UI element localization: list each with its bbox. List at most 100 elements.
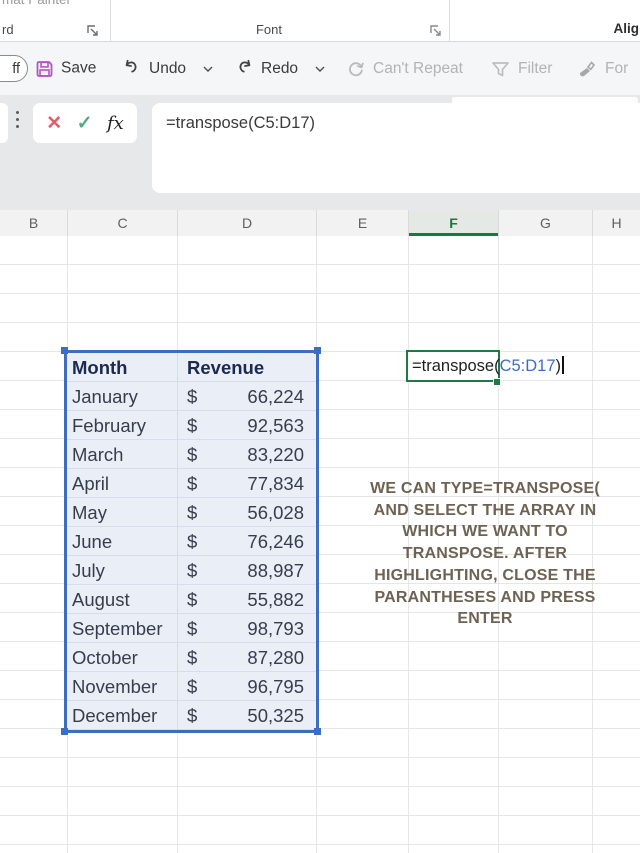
currency-symbol: $ [187, 498, 197, 527]
paintbrush-icon [577, 59, 598, 79]
month-cell[interactable]: April [72, 469, 109, 498]
revenue-cell[interactable]: 66,224 [247, 382, 304, 411]
column-header-B[interactable]: B [0, 210, 67, 236]
column-header-H[interactable]: H [592, 210, 640, 236]
save-button[interactable]: Save [35, 59, 96, 78]
formula-bar-text: =transpose(C5:D17) [152, 103, 640, 133]
formula-suffix: ) [556, 357, 562, 375]
revenue-cell[interactable]: 98,793 [247, 614, 304, 643]
redo-icon [234, 59, 254, 79]
redo-label: Redo [261, 60, 298, 78]
annotation-line: WE CAN TYPE=TRANSPOSE( [330, 478, 640, 500]
group-divider [449, 0, 450, 41]
formula-bar-drag-handle-icon[interactable] [16, 111, 19, 128]
cancel-icon[interactable]: ✕ [46, 112, 62, 135]
formula-range-ref: C5:D17 [500, 357, 556, 375]
table-row[interactable]: May $56,028 [67, 498, 316, 527]
excel-window: mat Painter rd Font Alig ff Save [0, 0, 640, 853]
month-cell[interactable]: September [72, 614, 163, 643]
month-cell[interactable]: July [72, 556, 105, 585]
revenue-cell[interactable]: 77,834 [247, 469, 304, 498]
table-row[interactable]: October$87,280 [67, 643, 316, 672]
annotation-line: TRANSPOSE. AFTER [330, 543, 640, 565]
format-painter-label-partial: mat Painter [2, 0, 71, 7]
text-cursor [562, 356, 564, 374]
table-row[interactable]: November $96,795 [67, 672, 316, 701]
table-row[interactable]: February $92,563 [67, 411, 316, 440]
annotation-line: ENTER [330, 608, 640, 630]
filter-icon [490, 59, 511, 79]
formula-bar-controls: ✕ ✓ fx [33, 103, 137, 143]
currency-symbol: $ [187, 411, 197, 440]
undo-icon [122, 59, 142, 79]
format-painter-button: For [577, 59, 628, 79]
range-handle-bottom-left[interactable] [61, 728, 68, 735]
table-row[interactable]: June$76,246 [67, 527, 316, 556]
table-row[interactable]: March $83,220 [67, 440, 316, 469]
revenue-cell[interactable]: 88,987 [247, 556, 304, 585]
month-cell[interactable]: August [72, 585, 130, 614]
table-row[interactable]: August$55,882 [67, 585, 316, 614]
column-header-F-active[interactable]: F [408, 210, 498, 236]
selected-range-C5-D17[interactable]: Month Revenue January $66,224 February $92,… [64, 350, 319, 733]
format-label-partial: For [605, 60, 628, 78]
currency-symbol: $ [187, 701, 197, 730]
undo-button[interactable]: Undo [122, 59, 213, 79]
month-cell[interactable]: November [72, 672, 157, 701]
currency-symbol: $ [187, 556, 197, 585]
month-cell[interactable]: January [72, 382, 138, 411]
revenue-cell[interactable]: 56,028 [247, 498, 304, 527]
confirm-icon[interactable]: ✓ [77, 112, 93, 135]
table-row[interactable]: April $77,834 [67, 469, 316, 498]
redo-dropdown-icon[interactable] [315, 66, 325, 72]
revenue-cell[interactable]: 50,325 [247, 701, 304, 730]
range-handle-top-right[interactable] [314, 347, 321, 354]
cant-repeat-label: Can't Repeat [373, 60, 463, 78]
clipboard-dialog-launcher-icon[interactable] [86, 24, 99, 37]
table-row[interactable]: September $98,793 [67, 614, 316, 643]
save-icon [35, 59, 54, 78]
autosave-label-partial: ff [12, 61, 20, 77]
revenue-cell[interactable]: 92,563 [247, 411, 304, 440]
table-row[interactable]: December $50,325 [67, 701, 316, 730]
font-dialog-launcher-icon[interactable] [429, 24, 442, 37]
column-header-G[interactable]: G [498, 210, 592, 236]
table-row[interactable]: January $66,224 [67, 382, 316, 411]
repeat-icon [346, 59, 366, 79]
autosave-toggle[interactable]: ff [0, 55, 28, 82]
column-header-C[interactable]: C [67, 210, 177, 236]
range-handle-top-left[interactable] [61, 347, 68, 354]
month-header-cell[interactable]: Month [72, 353, 127, 382]
month-cell[interactable]: December [72, 701, 157, 730]
ribbon: mat Painter rd Font Alig [0, 0, 640, 42]
month-cell[interactable]: March [72, 440, 123, 469]
group-divider [110, 0, 111, 41]
currency-symbol: $ [187, 672, 197, 701]
revenue-cell[interactable]: 55,882 [247, 585, 304, 614]
currency-symbol: $ [187, 382, 197, 411]
undo-label: Undo [149, 60, 186, 78]
insert-function-icon[interactable]: fx [107, 113, 124, 134]
currency-symbol: $ [187, 614, 197, 643]
revenue-cell[interactable]: 96,795 [247, 672, 304, 701]
revenue-header-cell[interactable]: Revenue [187, 353, 264, 382]
table-row[interactable]: July $88,987 [67, 556, 316, 585]
column-header-D[interactable]: D [177, 210, 316, 236]
annotation-text: WE CAN TYPE=TRANSPOSE( AND SELECT THE AR… [330, 478, 640, 630]
month-cell[interactable]: February [72, 411, 146, 440]
formula-bar-input[interactable]: =transpose(C5:D17) [152, 103, 640, 193]
currency-symbol: $ [187, 440, 197, 469]
font-group-label: Font [238, 22, 300, 37]
month-cell[interactable]: June [72, 527, 112, 556]
redo-button[interactable]: Redo [234, 59, 325, 79]
currency-symbol: $ [187, 469, 197, 498]
revenue-cell[interactable]: 83,220 [247, 440, 304, 469]
table-header-row[interactable]: Month Revenue [67, 353, 316, 382]
revenue-cell[interactable]: 76,246 [247, 527, 304, 556]
column-header-E[interactable]: E [316, 210, 408, 236]
month-cell[interactable]: October [72, 643, 138, 672]
month-cell[interactable]: May [72, 498, 107, 527]
range-handle-bottom-right[interactable] [314, 728, 321, 735]
undo-dropdown-icon[interactable] [203, 66, 213, 72]
revenue-cell[interactable]: 87,280 [247, 643, 304, 672]
